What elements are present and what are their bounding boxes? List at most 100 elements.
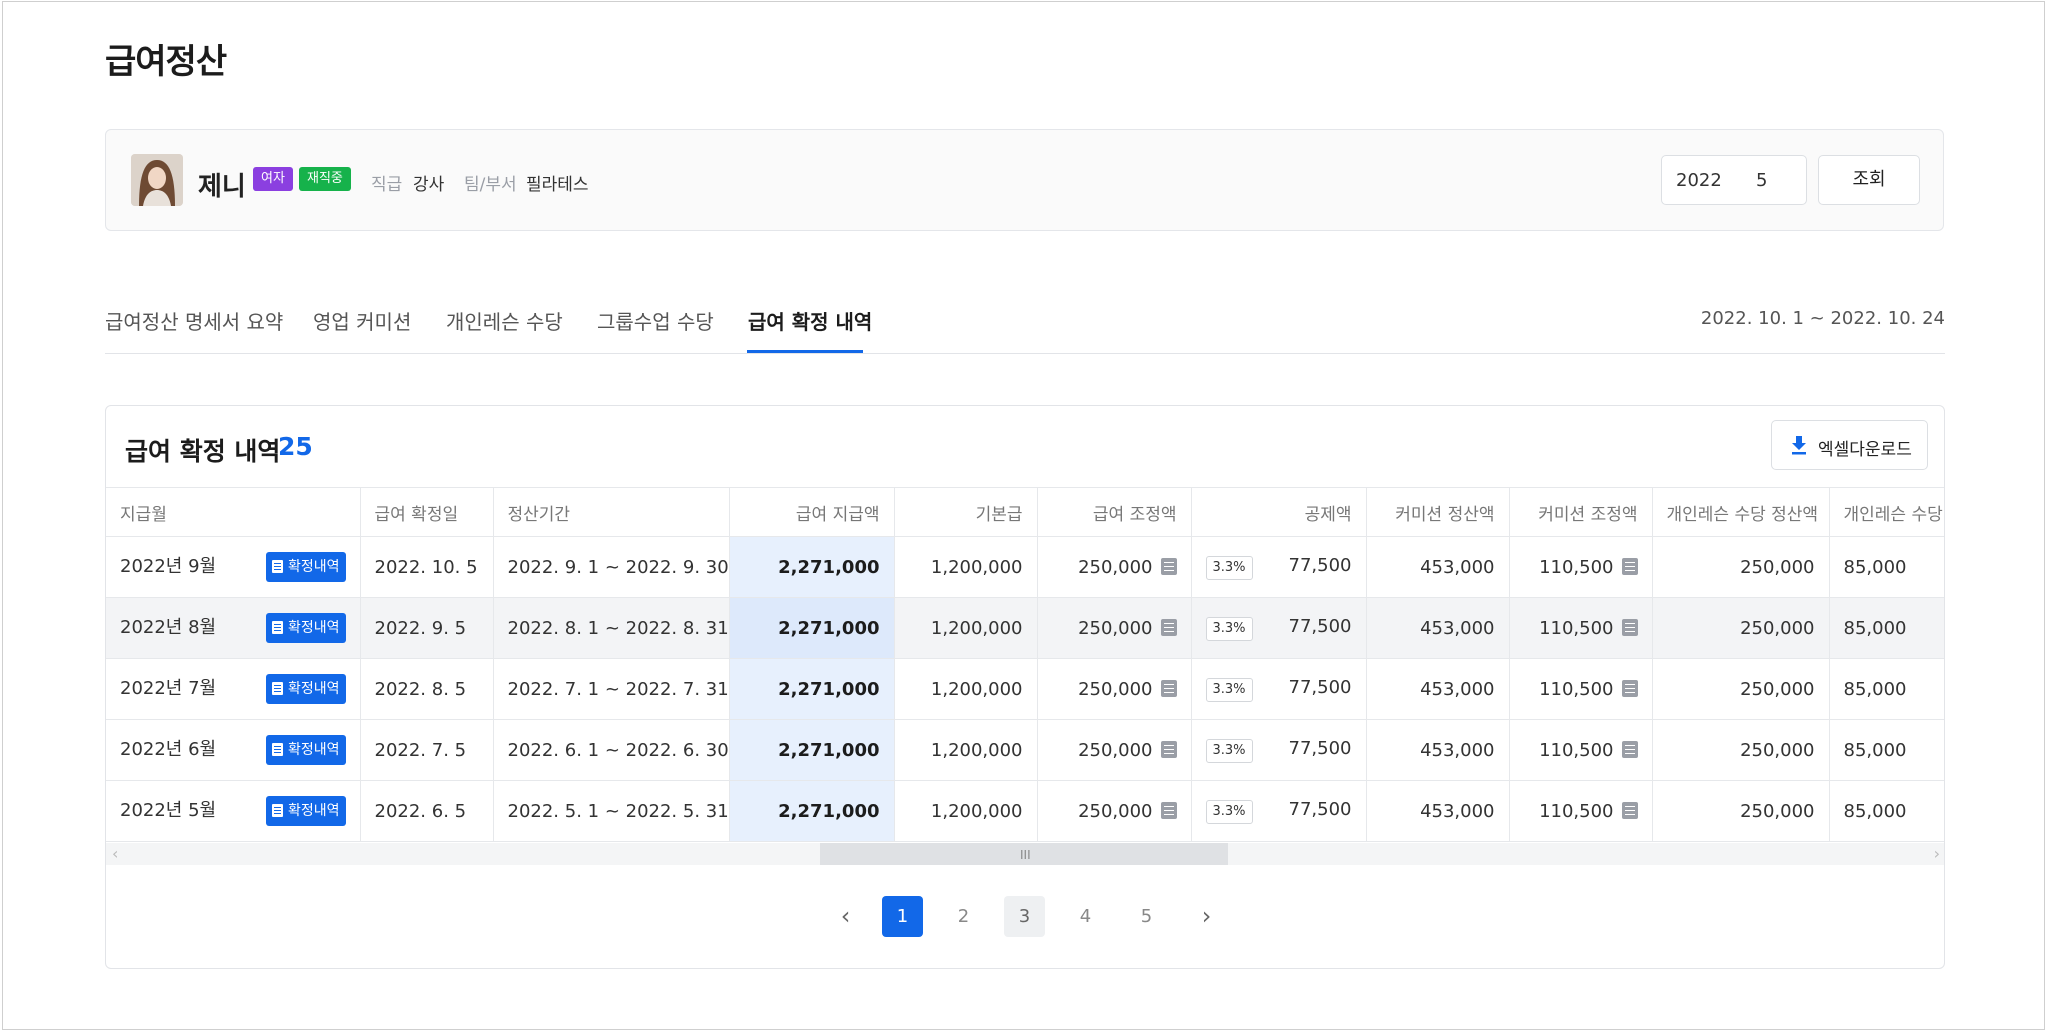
- page-button-3[interactable]: 3: [1004, 896, 1045, 937]
- column-header[interactable]: 개인레슨 수당 조정액: [1829, 487, 1944, 537]
- lesson-adjustment: 85,000: [1829, 597, 1944, 659]
- lesson-settlement: 250,000: [1652, 658, 1830, 720]
- pay-adjustment: 250,000: [1078, 556, 1153, 578]
- pay-month: 2022년 9월: [120, 556, 217, 577]
- employee-name: 제니: [198, 172, 246, 202]
- memo-icon[interactable]: [1621, 557, 1638, 575]
- column-header[interactable]: 커미션 정산액: [1366, 487, 1510, 537]
- table-row: 2022년 9월 확정내역 2022. 10. 5 2022. 9. 1 ~ 20…: [106, 536, 1944, 598]
- page-button-2[interactable]: 2: [943, 896, 984, 937]
- tab-personal-lesson[interactable]: 개인레슨 수당: [446, 306, 563, 335]
- table-count: 25: [278, 432, 313, 461]
- deduction: 77,500: [1288, 737, 1352, 759]
- column-header[interactable]: 지급월: [106, 487, 361, 537]
- page-button-4[interactable]: 4: [1065, 896, 1106, 937]
- column-header[interactable]: 급여 지급액: [729, 487, 895, 537]
- grip-icon: III: [1020, 848, 1031, 862]
- column-header[interactable]: 급여 조정액: [1037, 487, 1192, 537]
- tab-sales-commission[interactable]: 영업 커미션: [313, 306, 411, 335]
- confirm-detail-label: 확정내역: [287, 681, 340, 697]
- confirm-detail-label: 확정내역: [287, 620, 340, 636]
- confirm-date: 2022. 7. 5: [360, 719, 494, 781]
- scroll-right-icon[interactable]: ›: [1934, 844, 1940, 863]
- memo-icon[interactable]: [1621, 618, 1638, 636]
- tab-payroll-confirmed[interactable]: 급여 확정 내역: [748, 306, 872, 335]
- column-header[interactable]: 공제액: [1191, 487, 1367, 537]
- lesson-settlement: 250,000: [1652, 719, 1830, 781]
- team-value: 필라테스: [526, 175, 589, 195]
- confirm-detail-label: 확정내역: [287, 803, 340, 819]
- table-row: 2022년 8월 확정내역 2022. 9. 5 2022. 8. 1 ~ 202…: [106, 597, 1944, 659]
- page-title: 급여정산: [105, 42, 227, 82]
- next-page-icon[interactable]: ›: [1186, 896, 1227, 937]
- pay-month: 2022년 6월: [120, 739, 217, 760]
- pay-amount: 2,271,000: [729, 597, 895, 659]
- memo-icon[interactable]: [1621, 740, 1638, 758]
- scroll-left-icon[interactable]: ‹: [112, 844, 118, 863]
- column-header[interactable]: 급여 확정일: [360, 487, 494, 537]
- search-button[interactable]: 조회: [1818, 155, 1920, 205]
- tab-group-class[interactable]: 그룹수업 수당: [597, 306, 714, 335]
- page-button-5[interactable]: 5: [1126, 896, 1167, 937]
- commission-adjustment: 110,500: [1539, 556, 1614, 578]
- tax-rate-tag: 3.3%: [1205, 616, 1253, 641]
- base-pay: 1,200,000: [894, 658, 1038, 720]
- table-row: 2022년 6월 확정내역 2022. 7. 5 2022. 6. 1 ~ 202…: [106, 719, 1944, 781]
- pay-month: 2022년 7월: [120, 678, 217, 699]
- settlement-period: 2022. 9. 1 ~ 2022. 9. 30: [493, 536, 730, 598]
- pay-amount: 2,271,000: [729, 780, 895, 842]
- page-button-1[interactable]: 1: [882, 896, 923, 937]
- table-title: 급여 확정 내역: [125, 437, 281, 466]
- column-header[interactable]: 정산기간: [493, 487, 730, 537]
- commission-adjustment: 110,500: [1539, 800, 1614, 822]
- commission-settlement: 453,000: [1366, 780, 1510, 842]
- confirm-date: 2022. 9. 5: [360, 597, 494, 659]
- prev-page-icon[interactable]: ‹: [825, 896, 866, 937]
- horizontal-scrollbar[interactable]: ‹ III ›: [106, 843, 1944, 865]
- deduction: 77,500: [1288, 615, 1352, 637]
- pay-month: 2022년 8월: [120, 617, 217, 638]
- lesson-settlement: 250,000: [1652, 597, 1830, 659]
- memo-icon[interactable]: [1160, 740, 1177, 758]
- tax-rate-tag: 3.3%: [1205, 738, 1253, 763]
- year-value: 2022: [1676, 170, 1722, 191]
- gender-badge: 여자: [253, 167, 293, 191]
- settlement-period: 2022. 6. 1 ~ 2022. 6. 30: [493, 719, 730, 781]
- commission-adjustment: 110,500: [1539, 617, 1614, 639]
- confirm-detail-label: 확정내역: [287, 559, 340, 575]
- lesson-adjustment: 85,000: [1829, 719, 1944, 781]
- confirm-detail-button[interactable]: 확정내역: [265, 613, 346, 643]
- pay-adjustment: 250,000: [1078, 800, 1153, 822]
- memo-icon[interactable]: [1621, 801, 1638, 819]
- memo-icon[interactable]: [1160, 618, 1177, 636]
- tab-bar: 급여정산 명세서 요약 영업 커미션 개인레슨 수당 그룹수업 수당 급여 확정…: [105, 298, 1945, 354]
- deduction: 77,500: [1288, 554, 1352, 576]
- document-icon: [271, 743, 283, 756]
- column-header[interactable]: 기본급: [894, 487, 1038, 537]
- confirm-detail-button[interactable]: 확정내역: [265, 552, 346, 582]
- pay-amount: 2,271,000: [729, 536, 895, 598]
- tax-rate-tag: 3.3%: [1205, 677, 1253, 702]
- confirm-detail-button[interactable]: 확정내역: [265, 674, 346, 704]
- commission-settlement: 453,000: [1366, 597, 1510, 659]
- commission-settlement: 453,000: [1366, 536, 1510, 598]
- excel-download-button[interactable]: 엑셀다운로드: [1771, 420, 1928, 470]
- memo-icon[interactable]: [1160, 557, 1177, 575]
- download-icon: [1792, 436, 1806, 455]
- memo-icon[interactable]: [1621, 679, 1638, 697]
- memo-icon[interactable]: [1160, 679, 1177, 697]
- column-header[interactable]: 개인레슨 수당 정산액: [1652, 487, 1830, 537]
- commission-adjustment: 110,500: [1539, 739, 1614, 761]
- column-header[interactable]: 커미션 조정액: [1509, 487, 1653, 537]
- table-row: 2022년 7월 확정내역 2022. 8. 5 2022. 7. 1 ~ 202…: [106, 658, 1944, 720]
- tab-payroll-summary[interactable]: 급여정산 명세서 요약: [105, 306, 283, 335]
- confirm-detail-button[interactable]: 확정내역: [265, 796, 346, 826]
- year-month-select[interactable]: 2022 5: [1661, 155, 1807, 205]
- confirm-detail-label: 확정내역: [287, 742, 340, 758]
- deduction: 77,500: [1288, 676, 1352, 698]
- memo-icon[interactable]: [1160, 801, 1177, 819]
- lesson-adjustment: 85,000: [1829, 658, 1944, 720]
- confirm-detail-button[interactable]: 확정내역: [265, 735, 346, 765]
- deduction: 77,500: [1288, 798, 1352, 820]
- lesson-settlement: 250,000: [1652, 536, 1830, 598]
